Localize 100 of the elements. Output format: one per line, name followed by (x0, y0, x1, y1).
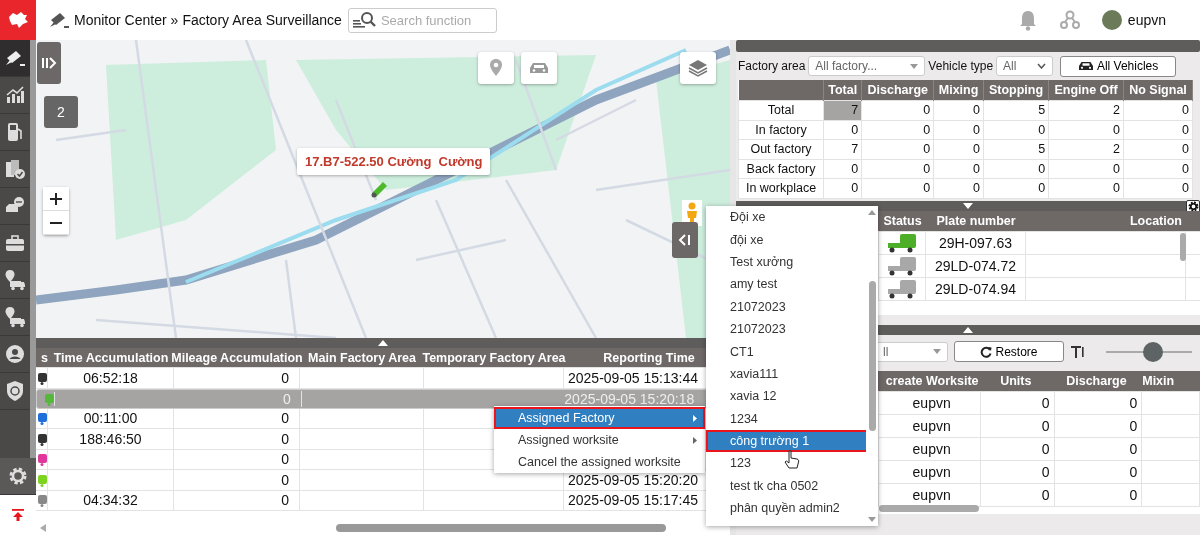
table-cell[interactable]: 0 (1123, 100, 1193, 120)
table-cell: 0 (281, 430, 289, 447)
table-cell[interactable]: 0 (983, 178, 1049, 198)
table-cell: 04:34:32 (83, 492, 138, 509)
menu-item[interactable]: Assigned Factory (494, 407, 705, 429)
font-size-icon (1070, 343, 1086, 360)
table-cell[interactable]: 0 (1123, 178, 1193, 198)
table-cell[interactable]: 0 (861, 178, 934, 198)
row-label: In factory (738, 120, 824, 140)
sidebar-button[interactable] (0, 40, 30, 77)
menu-item[interactable]: Assigned worksite (494, 429, 705, 451)
table-cell[interactable]: 0 (983, 159, 1049, 179)
table-cell[interactable]: 0 (1123, 159, 1193, 179)
table-cell[interactable]: 0 (823, 178, 862, 198)
table-cell[interactable]: 0 (861, 139, 934, 159)
column-header[interactable]: s (36, 348, 48, 367)
column-header[interactable]: Plate number (926, 210, 1026, 231)
table-cell[interactable]: 0 (1048, 120, 1124, 140)
field-label: Vehicle type (928, 59, 994, 73)
menu-item[interactable]: Đội xe (706, 206, 866, 229)
plus-icon (50, 192, 62, 205)
table-cell[interactable]: 0 (933, 139, 984, 159)
table-cell: eupvn (879, 391, 981, 414)
user-name[interactable]: eupvn (1127, 12, 1166, 28)
column-header[interactable]: Mileage Accumulation (174, 348, 300, 367)
table-cell[interactable]: 2 (1048, 139, 1124, 159)
row-label: Total (738, 100, 824, 120)
column-header[interactable]: Discharge (1054, 370, 1143, 391)
table-cell: 29LD-074.94 (926, 277, 1026, 300)
table-cell[interactable]: 2 (1048, 100, 1124, 120)
logo-icon[interactable] (0, 0, 36, 40)
table-cell[interactable]: 0 (1123, 139, 1193, 159)
table-cell[interactable]: 0 (861, 159, 934, 179)
menu-item[interactable]: amy test (706, 273, 866, 296)
table-cell[interactable]: 5 (983, 139, 1049, 159)
table-cell[interactable]: 0 (933, 100, 984, 120)
scroll-down-icon[interactable] (868, 517, 876, 522)
table-cell: 2025-09-05 15:13:44 (568, 369, 698, 386)
table-cell[interactable]: 0 (933, 120, 984, 140)
table-cell[interactable]: 7 (823, 139, 862, 159)
expand-panel-button[interactable] (37, 42, 61, 84)
column-header[interactable]: Location (1026, 210, 1186, 231)
menu-item[interactable]: Cancel the assigned worksite (494, 451, 705, 473)
scroll-top-button[interactable] (0, 495, 36, 535)
table-cell: 00:11:00 (83, 410, 138, 427)
table-cell[interactable]: 0 (861, 120, 934, 140)
truck-pin-icon (4, 306, 26, 328)
menu-item[interactable]: CT1 (706, 340, 866, 363)
cluster-marker[interactable]: 2 (44, 96, 78, 128)
column-header[interactable]: Units (980, 370, 1055, 391)
column-header[interactable]: create Worksite (879, 370, 981, 391)
avatar-icon[interactable] (1101, 10, 1122, 30)
scrollbar-thumb[interactable] (879, 504, 979, 512)
column-header[interactable]: Status (879, 210, 926, 231)
column-header[interactable]: Mixin (1142, 370, 1200, 391)
table-cell[interactable]: 0 (823, 159, 862, 179)
collapse-panel-button[interactable] (672, 222, 698, 258)
table-cell: 0 (980, 483, 1055, 506)
layers-button[interactable] (680, 52, 716, 84)
search-field[interactable]: Search function (347, 7, 497, 33)
person-circle-icon (5, 344, 25, 364)
scrollbar-thumb[interactable] (336, 524, 666, 532)
table-cell[interactable]: 0 (983, 120, 1049, 140)
collapse-icon (678, 233, 692, 247)
scrollbar-thumb[interactable] (1180, 232, 1186, 261)
scrollbar-thumb[interactable] (868, 281, 876, 431)
column-header[interactable]: Temporary Factory Area (424, 348, 564, 367)
breadcrumb-item[interactable]: Monitor Center (74, 12, 167, 28)
caret-down-icon (933, 349, 941, 354)
refresh-icon (980, 345, 993, 358)
table-cell[interactable]: 0 (823, 120, 862, 140)
vehicle-type-select[interactable]: All (996, 56, 1054, 76)
table-cell: 0 (281, 369, 289, 386)
menu-item[interactable]: 21072023 (706, 317, 866, 341)
table-cell[interactable]: 0 (1123, 120, 1193, 140)
table-cell[interactable]: 0 (933, 178, 984, 198)
restore-button[interactable]: Restore (954, 341, 1064, 362)
all-vehicles-button[interactable]: All Vehicles (1060, 55, 1177, 77)
menu-item[interactable]: đội xe (706, 228, 866, 251)
expand-icon (41, 56, 57, 70)
vehicle-button[interactable] (521, 52, 557, 84)
menu-item[interactable]: 21072023 (706, 295, 866, 318)
table-cell[interactable]: 0 (1048, 159, 1124, 179)
table-cell[interactable]: 0 (861, 100, 934, 120)
zoom-in-button[interactable] (43, 187, 69, 211)
table-cell: 0 (1054, 483, 1143, 506)
menu-item[interactable]: Test xưởng (706, 250, 866, 274)
menu-item[interactable]: công trường 1 (706, 429, 866, 453)
table-cell: 0 (281, 451, 289, 468)
slider-thumb[interactable] (1143, 341, 1164, 362)
zoom-out-button[interactable] (43, 211, 69, 235)
table-cell[interactable]: 0 (933, 159, 984, 179)
table-cell: 188:46:50 (79, 430, 142, 447)
factory-area-select[interactable]: All factory... (808, 56, 926, 76)
row-label: Out factory (738, 139, 824, 159)
table-cell[interactable]: 5 (983, 100, 1049, 120)
table-cell[interactable]: 0 (1048, 178, 1124, 198)
settings-button[interactable] (0, 458, 36, 495)
table-cell[interactable]: 7 (823, 100, 862, 120)
column-header: Stopping (983, 80, 1049, 101)
